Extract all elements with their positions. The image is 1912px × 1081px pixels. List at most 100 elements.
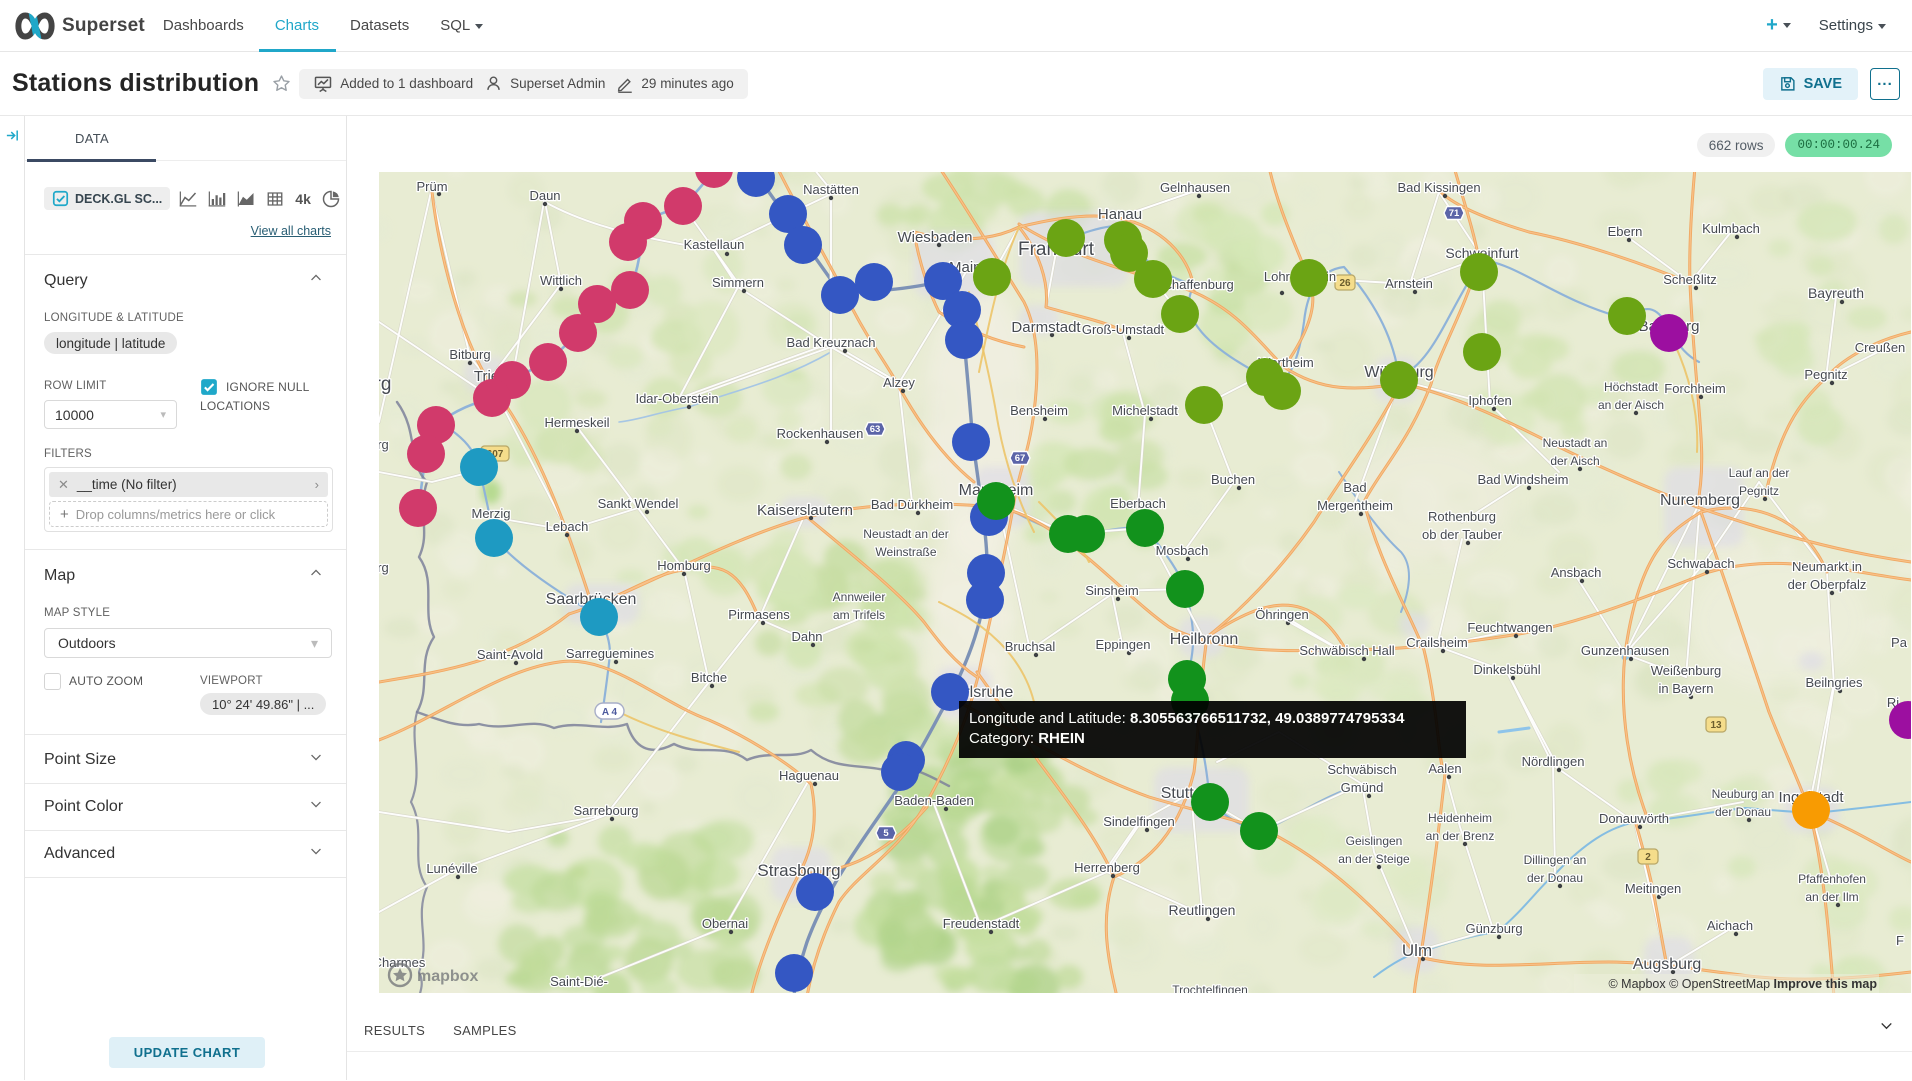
svg-text:Nastätten: Nastätten	[803, 182, 859, 197]
svg-text:Darmstadt: Darmstadt	[1011, 319, 1081, 336]
svg-text:Daun: Daun	[529, 188, 560, 203]
svg-text:Alzey: Alzey	[883, 375, 915, 390]
svg-text:Neuburg an: Neuburg an	[1712, 787, 1775, 801]
svg-text:an der Brenz: an der Brenz	[1426, 829, 1495, 843]
svg-text:Dahn: Dahn	[791, 629, 822, 644]
svg-text:an der Steige: an der Steige	[1338, 852, 1410, 866]
svg-text:Strasbourg: Strasbourg	[757, 861, 840, 880]
svg-text:ob der Tauber: ob der Tauber	[1422, 527, 1503, 542]
svg-text:Michelstadt: Michelstadt	[1112, 403, 1178, 418]
svg-text:67: 67	[1015, 453, 1026, 464]
svg-text:Donauwörth: Donauwörth	[1599, 811, 1669, 826]
svg-text:F: F	[1896, 933, 1904, 948]
svg-text:rg: rg	[379, 560, 389, 575]
svg-text:5: 5	[883, 828, 889, 839]
svg-text:der Aisch: der Aisch	[1550, 454, 1599, 468]
svg-text:Heilbronn: Heilbronn	[1170, 631, 1238, 648]
svg-text:Haguenau: Haguenau	[779, 768, 839, 783]
svg-text:Rothenburg: Rothenburg	[1428, 509, 1496, 524]
svg-text:13: 13	[1710, 720, 1722, 731]
svg-text:71: 71	[1449, 208, 1460, 219]
svg-text:Bad: Bad	[1343, 480, 1366, 495]
svg-text:Buchen: Buchen	[1211, 472, 1255, 487]
svg-text:Lebach: Lebach	[546, 519, 589, 534]
svg-text:Augsburg: Augsburg	[1633, 956, 1702, 973]
svg-text:Dinkelsbühl: Dinkelsbühl	[1473, 662, 1540, 677]
svg-text:Günzburg: Günzburg	[1465, 921, 1522, 936]
svg-text:Aichach: Aichach	[1707, 918, 1753, 933]
svg-text:Neustadt an: Neustadt an	[1543, 436, 1608, 450]
svg-text:Homburg: Homburg	[657, 558, 710, 573]
svg-text:Saint-Avold: Saint-Avold	[477, 647, 543, 662]
svg-text:Bayreuth: Bayreuth	[1808, 285, 1864, 301]
svg-text:63: 63	[870, 424, 881, 435]
svg-text:Dillingen an: Dillingen an	[1524, 853, 1587, 867]
svg-text:Saint-Dié-: Saint-Dié-	[550, 974, 608, 989]
svg-text:Forchheim: Forchheim	[1664, 381, 1725, 396]
svg-text:rg: rg	[379, 374, 391, 395]
svg-text:Pirmasens: Pirmasens	[728, 607, 790, 622]
svg-text:Kastellaun: Kastellaun	[684, 237, 745, 252]
svg-text:der Oberpfalz: der Oberpfalz	[1788, 577, 1867, 592]
svg-text:Merzig: Merzig	[471, 506, 510, 521]
svg-text:mapbox: mapbox	[417, 968, 478, 985]
svg-text:Lunéville: Lunéville	[426, 861, 477, 876]
svg-text:Schwäbisch Hall: Schwäbisch Hall	[1299, 643, 1394, 658]
svg-text:Neustadt an der: Neustadt an der	[863, 527, 948, 541]
svg-text:Wiesbaden: Wiesbaden	[897, 229, 972, 246]
svg-text:Höchstadt: Höchstadt	[1604, 380, 1659, 394]
svg-text:Bad Kreuznach: Bad Kreuznach	[787, 335, 876, 350]
svg-text:an der Ilm: an der Ilm	[1805, 890, 1858, 904]
svg-text:A 4: A 4	[602, 707, 618, 718]
svg-text:Gelnhausen: Gelnhausen	[1160, 180, 1230, 195]
svg-text:Weinstraße: Weinstraße	[875, 545, 936, 559]
svg-text:Bad Dürkheim: Bad Dürkheim	[871, 497, 953, 512]
svg-text:Beilngries: Beilngries	[1805, 675, 1863, 690]
svg-text:Pa: Pa	[1891, 635, 1908, 650]
svg-text:Geislingen: Geislingen	[1346, 834, 1403, 848]
svg-text:Mosbach: Mosbach	[1156, 543, 1209, 558]
svg-text:Mergentheim: Mergentheim	[1317, 498, 1393, 513]
svg-text:Trochtelfingen: Trochtelfingen	[1172, 983, 1248, 993]
svg-text:Ulm: Ulm	[1402, 941, 1432, 960]
svg-text:in Bayern: in Bayern	[1659, 681, 1714, 696]
svg-text:Meitingen: Meitingen	[1625, 881, 1681, 896]
svg-text:Bensheim: Bensheim	[1010, 403, 1068, 418]
svg-text:Bruchsal: Bruchsal	[1005, 639, 1056, 654]
svg-text:Kaiserslautern: Kaiserslautern	[757, 502, 853, 519]
svg-text:2: 2	[1645, 852, 1651, 863]
svg-text:der Donau: der Donau	[1715, 805, 1771, 819]
svg-text:Nuremberg: Nuremberg	[1660, 492, 1740, 509]
svg-text:Bad Windsheim: Bad Windsheim	[1477, 472, 1568, 487]
svg-text:Pegnitz: Pegnitz	[1739, 484, 1779, 498]
svg-text:Schwäbisch: Schwäbisch	[1327, 762, 1396, 777]
svg-text:Pegnitz: Pegnitz	[1804, 367, 1847, 382]
svg-text:Öhringen: Öhringen	[1255, 607, 1308, 622]
svg-text:Annweiler: Annweiler	[833, 590, 886, 604]
svg-text:Sarrebourg: Sarrebourg	[573, 803, 638, 818]
svg-text:Gunzenhausen: Gunzenhausen	[1581, 643, 1669, 658]
svg-text:Neumarkt in: Neumarkt in	[1792, 559, 1862, 574]
svg-text:Kulmbach: Kulmbach	[1702, 221, 1760, 236]
svg-text:Hanau: Hanau	[1098, 206, 1142, 223]
svg-text:Aalen: Aalen	[1428, 761, 1461, 776]
svg-text:Hermeskeil: Hermeskeil	[544, 415, 609, 430]
svg-text:Ansbach: Ansbach	[1551, 565, 1602, 580]
svg-text:Rockenhausen: Rockenhausen	[777, 426, 864, 441]
svg-text:26: 26	[1339, 278, 1351, 289]
svg-text:Ebern: Ebern	[1608, 224, 1643, 239]
svg-text:Simmern: Simmern	[712, 275, 764, 290]
svg-text:Schwabach: Schwabach	[1667, 556, 1734, 571]
svg-text:Creußen: Creußen	[1855, 340, 1906, 355]
svg-text:Freudenstadt: Freudenstadt	[943, 916, 1020, 931]
svg-text:Obernai: Obernai	[702, 916, 748, 931]
svg-text:rg: rg	[379, 437, 389, 452]
svg-text:Heidenheim: Heidenheim	[1428, 811, 1492, 825]
svg-text:Arnstein: Arnstein	[1385, 276, 1433, 291]
svg-text:Sindelfingen: Sindelfingen	[1103, 814, 1175, 829]
svg-text:Eppingen: Eppingen	[1096, 637, 1151, 652]
svg-text:Wittlich: Wittlich	[540, 273, 582, 288]
svg-text:Gmünd: Gmünd	[1341, 780, 1384, 795]
svg-text:Crailsheim: Crailsheim	[1406, 635, 1467, 650]
svg-text:Prüm: Prüm	[416, 179, 447, 194]
